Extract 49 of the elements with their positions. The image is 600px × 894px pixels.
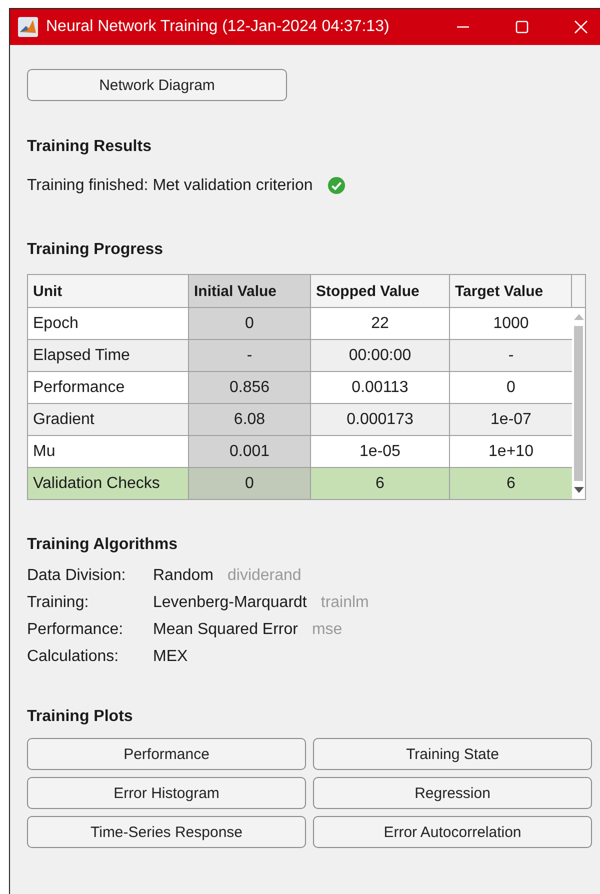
table-cell: 6 [311, 468, 450, 499]
plot-button[interactable]: Time-Series Response [27, 816, 306, 848]
section-heading: Training Algorithms [27, 536, 179, 554]
app-icon [18, 17, 38, 37]
table-cell-text: 1e-07 [490, 410, 532, 430]
field-value: Random [153, 567, 214, 585]
table-cell-text: 0 [506, 378, 516, 398]
plot-button[interactable]: Error Autocorrelation [313, 816, 592, 848]
field-label: Performance: [27, 621, 124, 639]
plot-button[interactable]: Performance [27, 738, 306, 770]
table-cell: 0.000173 [311, 404, 450, 435]
table-cell-text: 1e+10 [488, 442, 534, 462]
section-heading: Training Plots [27, 708, 134, 726]
column-header: Stopped Value [311, 275, 450, 307]
status-message: Training finished: Met validation criterion [27, 176, 313, 194]
field-value: Mean Squared Error [153, 621, 298, 639]
table-cell: 0.001 [189, 436, 311, 467]
network-diagram-button[interactable]: Network Diagram [27, 69, 287, 101]
section-heading: Training Progress [27, 241, 164, 259]
table-cell: 0 [189, 468, 311, 499]
table-cell: 0.856 [189, 372, 311, 403]
table-cell: - [189, 340, 311, 371]
table-cell-text: 6 [506, 474, 516, 494]
field-value: MEX [153, 648, 188, 666]
field-label: Data Division: [27, 567, 127, 585]
table-cell: 00:00:00 [311, 340, 450, 371]
table-cell: 0 [189, 308, 311, 339]
plot-button[interactable]: Regression [313, 777, 592, 809]
table-cell: 0.00113 [311, 372, 450, 403]
section-heading: Training Results [27, 138, 152, 156]
table-cell: 1e-05 [311, 436, 450, 467]
close-icon[interactable] [574, 20, 588, 34]
function-name: trainlm [320, 594, 369, 612]
field-value: Levenberg-Marquardt [153, 594, 307, 612]
scroll-down-icon[interactable] [574, 487, 584, 493]
field-label: Calculations: [27, 648, 120, 666]
column-header: Initial Value [189, 275, 311, 307]
plot-button[interactable]: Error Histogram [27, 777, 306, 809]
table-cell: 22 [311, 308, 450, 339]
table-cell: 6.08 [189, 404, 311, 435]
plot-button[interactable]: Training State [313, 738, 592, 770]
column-header: Target Value [450, 275, 572, 307]
function-name: dividerand [227, 567, 302, 585]
table-cell-text: - [507, 346, 515, 366]
field-label: Training: [27, 594, 90, 612]
window-title: Neural Network Training (12-Jan-2024 04:37:13) [46, 18, 390, 36]
function-name: mse [312, 621, 342, 639]
maximize-icon[interactable] [515, 20, 529, 34]
table-cell-text: 1000 [492, 314, 530, 334]
